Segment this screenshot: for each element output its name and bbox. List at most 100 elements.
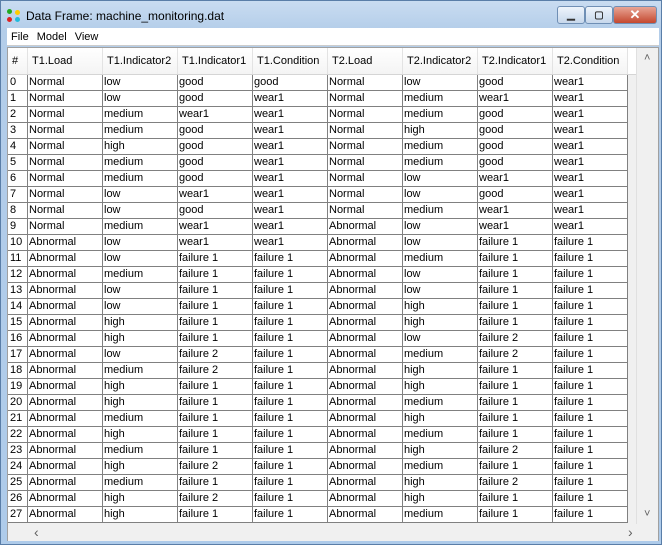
table-cell[interactable]: failure 1 [553,427,628,443]
table-cell[interactable]: Abnormal [28,411,103,427]
table-cell[interactable]: low [403,283,478,299]
table-cell[interactable]: medium [403,395,478,411]
table-cell[interactable]: Normal [328,187,403,203]
table-cell[interactable]: medium [403,507,478,523]
table-cell[interactable]: medium [403,91,478,107]
table-cell[interactable]: Abnormal [28,491,103,507]
table-cell[interactable]: failure 1 [253,363,328,379]
table-cell[interactable]: Abnormal [328,283,403,299]
table-cell[interactable]: Abnormal [28,251,103,267]
table-cell[interactable]: Normal [328,171,403,187]
table-cell[interactable]: Abnormal [28,283,103,299]
table-cell[interactable]: failure 1 [253,427,328,443]
table-cell[interactable]: Abnormal [28,459,103,475]
table-cell[interactable]: low [103,75,178,91]
table-cell[interactable]: wear1 [253,171,328,187]
table-cell[interactable]: failure 1 [478,491,553,507]
table-cell[interactable]: medium [103,155,178,171]
table-cell[interactable]: Abnormal [28,363,103,379]
table-cell[interactable]: wear1 [178,107,253,123]
table-cell[interactable]: Normal [328,75,403,91]
table-cell[interactable]: high [103,491,178,507]
table-cell[interactable]: failure 1 [253,315,328,331]
scroll-up-icon[interactable]: ˄ [644,52,650,64]
table-cell[interactable]: failure 1 [478,235,553,251]
table-cell[interactable]: wear1 [253,187,328,203]
table-cell[interactable]: wear1 [553,91,628,107]
table-cell[interactable]: low [403,235,478,251]
table-cell[interactable]: medium [403,203,478,219]
table-cell[interactable]: wear1 [478,219,553,235]
table-cell[interactable]: high [103,395,178,411]
table-cell[interactable]: good [478,75,553,91]
table-cell[interactable]: Abnormal [328,475,403,491]
table-cell[interactable]: high [403,363,478,379]
table-cell[interactable]: high [403,315,478,331]
table-cell[interactable]: medium [403,251,478,267]
table-cell[interactable]: medium [103,443,178,459]
table-cell[interactable]: high [403,475,478,491]
table-cell[interactable]: failure 1 [253,443,328,459]
table-cell[interactable]: failure 1 [253,475,328,491]
table-cell[interactable]: low [103,299,178,315]
table-cell[interactable]: failure 1 [478,267,553,283]
table-cell[interactable]: failure 1 [253,283,328,299]
table-cell[interactable]: good [478,107,553,123]
column-header[interactable]: T2.Load [328,48,403,74]
table-cell[interactable]: failure 1 [178,395,253,411]
table-cell[interactable]: Abnormal [328,379,403,395]
table-cell[interactable]: wear1 [253,155,328,171]
table-cell[interactable]: Normal [28,75,103,91]
table-cell[interactable]: Normal [328,203,403,219]
table-cell[interactable]: Abnormal [328,331,403,347]
close-button[interactable]: ✕ [613,6,657,24]
scroll-down-icon[interactable]: ˅ [644,508,650,520]
menu-view[interactable]: View [75,31,99,43]
table-cell[interactable]: Abnormal [28,395,103,411]
table-cell[interactable]: Abnormal [28,379,103,395]
table-cell[interactable]: Normal [28,107,103,123]
table-cell[interactable]: wear1 [253,123,328,139]
column-header[interactable]: T1.Indicator1 [178,48,253,74]
table-cell[interactable]: wear1 [178,187,253,203]
table-cell[interactable]: failure 1 [178,427,253,443]
table-cell[interactable]: failure 1 [178,267,253,283]
table-cell[interactable]: failure 1 [553,475,628,491]
table-cell[interactable]: Abnormal [328,395,403,411]
table-cell[interactable]: Abnormal [28,427,103,443]
table-cell[interactable]: high [103,459,178,475]
table-cell[interactable]: low [103,251,178,267]
table-cell[interactable]: wear1 [253,219,328,235]
table-cell[interactable]: wear1 [253,107,328,123]
table-cell[interactable]: wear1 [553,75,628,91]
table-cell[interactable]: failure 2 [478,443,553,459]
table-cell[interactable]: failure 2 [478,475,553,491]
table-cell[interactable]: Abnormal [28,267,103,283]
table-cell[interactable]: high [103,427,178,443]
table-cell[interactable]: high [403,379,478,395]
table-cell[interactable]: Abnormal [328,411,403,427]
table-cell[interactable]: good [253,75,328,91]
column-header[interactable]: T1.Indicator2 [103,48,178,74]
table-cell[interactable]: failure 1 [478,299,553,315]
table-cell[interactable]: failure 1 [253,507,328,523]
table-cell[interactable]: failure 1 [478,379,553,395]
table-cell[interactable]: medium [403,107,478,123]
table-cell[interactable]: Abnormal [28,331,103,347]
table-cell[interactable]: Normal [28,123,103,139]
table-cell[interactable]: wear1 [553,139,628,155]
table-cell[interactable]: failure 1 [553,459,628,475]
table-cell[interactable]: Normal [328,107,403,123]
table-cell[interactable]: medium [103,171,178,187]
column-header[interactable]: T2.Condition [553,48,628,74]
column-header[interactable]: # [8,48,28,74]
table-cell[interactable]: failure 1 [553,283,628,299]
table-cell[interactable]: failure 1 [253,347,328,363]
table-cell[interactable]: high [103,139,178,155]
table-cell[interactable]: failure 1 [553,443,628,459]
scroll-right-icon[interactable]: › [628,524,633,540]
table-cell[interactable]: failure 1 [553,507,628,523]
table-cell[interactable]: low [403,267,478,283]
table-cell[interactable]: failure 1 [553,411,628,427]
table-cell[interactable]: failure 1 [253,491,328,507]
